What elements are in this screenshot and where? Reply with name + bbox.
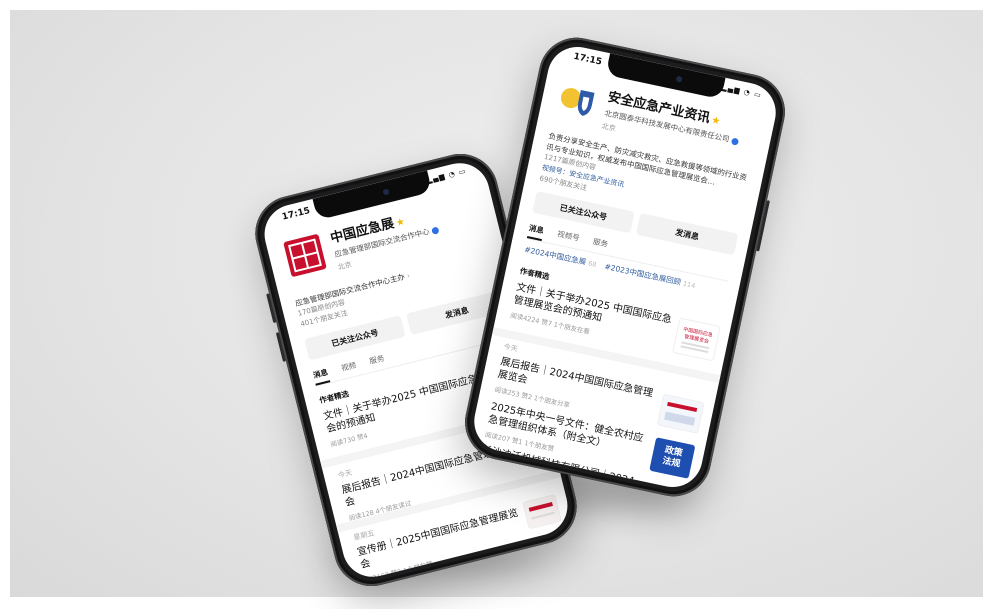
seal-logo-icon xyxy=(283,234,327,277)
policy-thumbnail: 政策法规 xyxy=(649,437,696,479)
tab-services[interactable]: 服务 xyxy=(368,353,386,372)
tab-messages[interactable]: 消息 xyxy=(526,222,545,242)
signal-wifi-battery-icon: ▂▄▆ ◔ ▭ xyxy=(425,167,468,185)
account-logo[interactable] xyxy=(279,229,331,281)
verified-icon xyxy=(430,226,440,235)
group-today: 今天 xyxy=(502,342,519,354)
star-icon: ★ xyxy=(394,216,407,230)
article-thumbnail: 中国国际应急管理展览会 xyxy=(672,317,721,362)
tab-video[interactable]: 视频 xyxy=(340,360,358,379)
account-logo[interactable] xyxy=(552,75,603,126)
front-camera xyxy=(382,188,390,196)
article-thumbnail xyxy=(656,393,705,434)
star-icon: ★ xyxy=(710,114,722,128)
signal-wifi-battery-icon: ▂▄▆ ◔ ▭ xyxy=(720,83,763,100)
status-time: 17:15 xyxy=(572,51,603,68)
tab-services[interactable]: 服务 xyxy=(591,236,609,255)
chevron-right-icon: › xyxy=(405,270,411,281)
tab-video-channel[interactable]: 视频号 xyxy=(555,228,581,248)
group-today: 今天 xyxy=(337,468,353,480)
shield-logo-icon xyxy=(560,88,595,116)
status-time: 17:15 xyxy=(281,206,312,223)
front-camera xyxy=(675,75,683,83)
group-friday: 星期五 xyxy=(352,529,376,542)
featured-label: 作者精选 xyxy=(318,389,350,406)
article-thumbnail xyxy=(522,494,562,530)
featured-label: 作者精选 xyxy=(518,266,551,282)
verified-icon xyxy=(730,136,739,146)
tab-messages[interactable]: 消息 xyxy=(311,366,331,386)
